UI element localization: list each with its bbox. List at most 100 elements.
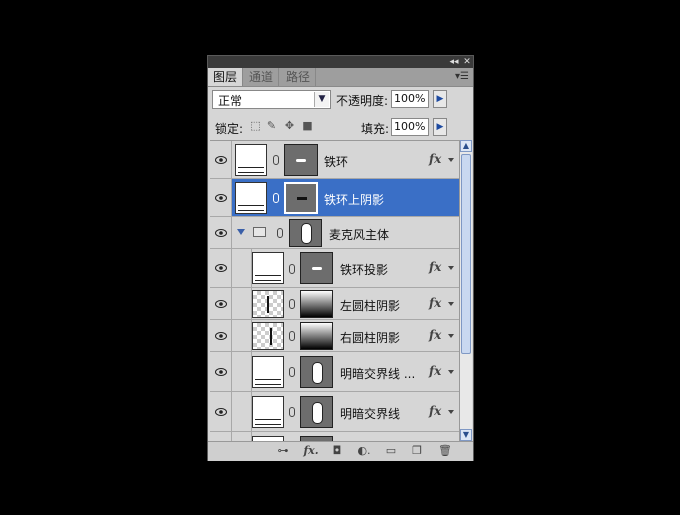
layer-row-selected[interactable]: 铁环上阴影 — [210, 179, 459, 217]
mask-icon[interactable]: ◘ — [330, 445, 344, 457]
new-layer-icon[interactable]: ❐ — [410, 445, 424, 457]
fx-icon[interactable]: fx — [429, 364, 441, 378]
tab-channels[interactable]: 通道 — [244, 68, 280, 86]
chain-icon[interactable] — [289, 331, 295, 341]
scroll-up-icon[interactable]: ▲ — [460, 140, 472, 152]
layer-name: 右圆柱阴影 — [340, 331, 401, 345]
layer-thumbnail[interactable] — [235, 144, 267, 176]
layers-panel: ◂◂ ✕ 图层 通道 路径 ▾☰ 正常 ▼ 不透明度: 100% ▶ 锁定: ⬚… — [207, 55, 474, 461]
layer-name: 铁环上阴影 — [324, 193, 385, 207]
eye-icon[interactable] — [210, 288, 232, 319]
vector-mask-thumbnail[interactable] — [284, 182, 318, 214]
expand-effects-icon[interactable] — [448, 266, 454, 270]
expand-effects-icon[interactable] — [448, 302, 454, 306]
expand-effects-icon[interactable] — [448, 158, 454, 162]
layer-list-scrollbar[interactable]: ▲ ▼ — [459, 140, 472, 441]
layer-thumbnail[interactable] — [252, 396, 284, 428]
eye-icon[interactable] — [210, 352, 232, 391]
indent-spacer — [232, 249, 252, 288]
expand-effects-icon[interactable] — [448, 370, 454, 374]
layer-list: 铁环 fx 铁环上阴影 麦克风主体 铁环投影 fx 左圆柱阴影 fx 右圆柱阴影… — [210, 140, 459, 442]
gradient-mask-thumbnail[interactable] — [300, 322, 333, 350]
eye-icon[interactable] — [210, 141, 232, 178]
layer-name: 铁环投影 — [340, 263, 389, 277]
close-icon[interactable]: ✕ — [461, 56, 473, 68]
layer-row[interactable]: 铁环投影 fx — [210, 249, 459, 288]
fx-icon[interactable]: fx — [429, 152, 441, 166]
eye-icon[interactable] — [210, 320, 232, 351]
layer-thumbnail[interactable] — [252, 252, 284, 284]
fx-icon[interactable]: fx — [429, 296, 441, 310]
fx-icon[interactable]: fx — [429, 404, 441, 418]
layer-thumbnail[interactable] — [252, 290, 284, 318]
layer-name: 左圆柱阴影 — [340, 299, 401, 313]
eye-icon[interactable] — [210, 179, 232, 216]
fill-input[interactable]: 100% — [391, 118, 429, 136]
layer-row[interactable]: 明暗交界线 ... fx — [210, 352, 459, 392]
new-group-icon[interactable]: ▭ — [384, 445, 398, 457]
lock-all-icon[interactable]: ■ — [302, 120, 313, 131]
eye-icon[interactable] — [210, 249, 232, 287]
layer-thumbnail[interactable] — [252, 322, 284, 350]
chain-icon[interactable] — [289, 367, 295, 377]
indent-spacer — [232, 392, 252, 432]
expand-effects-icon[interactable] — [448, 334, 454, 338]
add-style-icon[interactable]: fx. — [302, 445, 320, 457]
vector-mask-thumbnail[interactable] — [300, 356, 333, 388]
chain-icon[interactable] — [289, 299, 295, 309]
collapse-icon[interactable]: ◂◂ — [448, 56, 460, 68]
tab-paths[interactable]: 路径 — [281, 68, 317, 86]
layer-name: 明暗交界线 — [340, 407, 401, 421]
chain-icon[interactable] — [289, 407, 295, 417]
fill-slider-button[interactable]: ▶ — [433, 118, 447, 136]
group-expand-icon[interactable] — [237, 229, 245, 235]
blend-mode-value: 正常 — [218, 94, 243, 108]
fx-icon[interactable]: fx — [429, 328, 441, 342]
layer-name: 铁环 — [324, 155, 349, 169]
folder-icon — [253, 227, 266, 237]
fill-label: 填充: — [361, 122, 390, 136]
vector-mask-thumbnail[interactable] — [289, 219, 322, 247]
layer-row[interactable]: 右圆柱阴影 fx — [210, 320, 459, 352]
eye-icon[interactable] — [210, 392, 232, 431]
indent-spacer — [232, 320, 252, 352]
layer-row[interactable]: 明暗交界线 fx — [210, 392, 459, 432]
indent-spacer — [232, 352, 252, 392]
fx-icon[interactable]: fx — [429, 260, 441, 274]
trash-icon[interactable]: 🗑 — [438, 445, 452, 457]
layer-name: 麦克风主体 — [329, 228, 390, 242]
chain-icon[interactable] — [289, 264, 295, 274]
expand-effects-icon[interactable] — [448, 410, 454, 414]
layer-group-row[interactable]: 麦克风主体 — [210, 217, 459, 249]
lock-transparent-icon[interactable]: ⬚ — [250, 120, 261, 131]
chain-icon[interactable] — [277, 228, 283, 238]
vector-mask-thumbnail[interactable] — [284, 144, 318, 176]
layer-thumbnail[interactable] — [252, 356, 284, 388]
layer-thumbnail[interactable] — [235, 182, 267, 214]
layer-row[interactable]: 铁环 fx — [210, 141, 459, 179]
adjustment-icon[interactable]: ◐. — [356, 445, 372, 457]
vector-mask-thumbnail[interactable] — [300, 396, 333, 428]
scroll-down-icon[interactable]: ▼ — [460, 429, 472, 441]
panel-tabs: 图层 通道 路径 ▾☰ — [208, 68, 473, 87]
lock-pixels-icon[interactable]: ✎ — [266, 120, 277, 131]
lock-position-icon[interactable]: ✥ — [284, 120, 295, 131]
gradient-mask-thumbnail[interactable] — [300, 290, 333, 318]
panel-bottom-toolbar: ⊶ fx. ◘ ◐. ▭ ❐ 🗑 — [208, 441, 473, 461]
vector-mask-thumbnail[interactable] — [300, 252, 333, 284]
chevron-down-icon[interactable]: ▼ — [314, 92, 329, 107]
layer-name: 明暗交界线 ... — [340, 367, 416, 381]
blend-mode-select[interactable]: 正常 ▼ — [212, 90, 331, 109]
link-icon[interactable]: ⊶ — [274, 445, 292, 457]
scrollbar-thumb[interactable] — [461, 154, 471, 354]
opacity-slider-button[interactable]: ▶ — [433, 90, 447, 108]
panel-titlebar: ◂◂ ✕ — [208, 56, 473, 68]
eye-icon[interactable] — [210, 217, 232, 248]
tab-layers[interactable]: 图层 — [208, 68, 244, 86]
opacity-label: 不透明度: — [336, 94, 389, 108]
layer-row[interactable]: 左圆柱阴影 fx — [210, 288, 459, 320]
chain-icon[interactable] — [273, 155, 279, 165]
panel-menu-icon[interactable]: ▾☰ — [454, 70, 470, 84]
opacity-input[interactable]: 100% — [391, 90, 429, 108]
chain-icon[interactable] — [273, 193, 279, 203]
